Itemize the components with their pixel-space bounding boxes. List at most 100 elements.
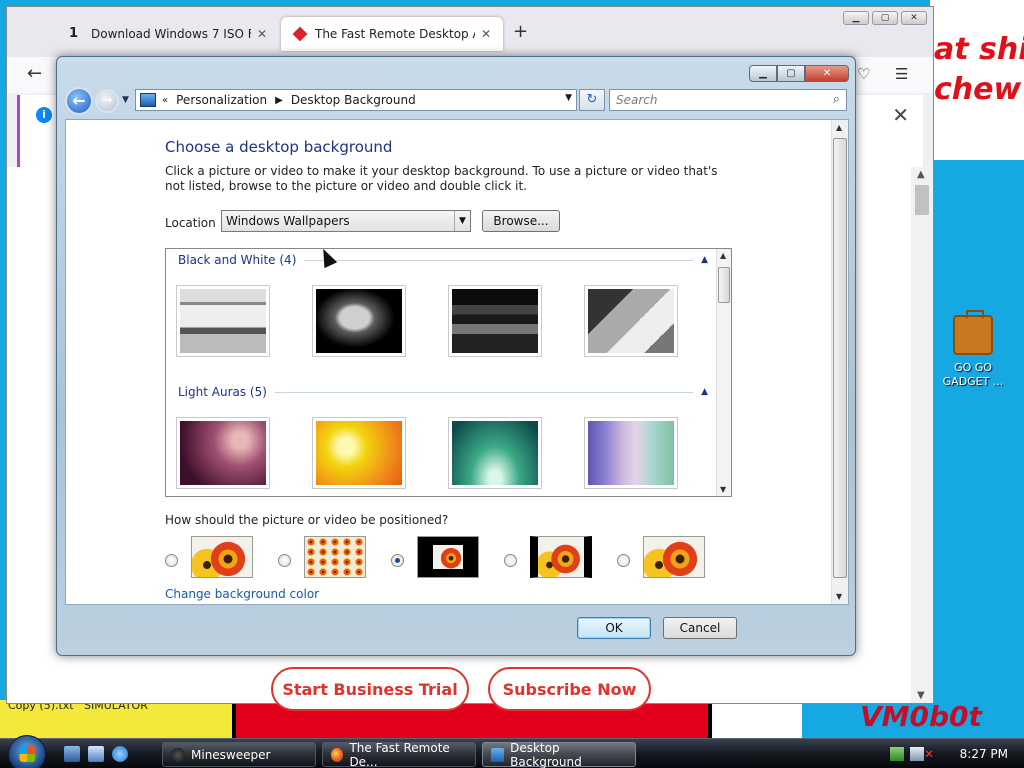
position-fit-preview[interactable]: [530, 536, 592, 578]
page-scrollbar[interactable]: ▲ ▼: [911, 167, 933, 703]
close-icon[interactable]: ✕: [892, 103, 909, 127]
change-background-color-link[interactable]: Change background color: [165, 587, 319, 601]
back-arrow-icon[interactable]: ←: [27, 63, 42, 84]
maximize-icon[interactable]: ▢: [872, 11, 898, 25]
network-icon[interactable]: [890, 747, 904, 761]
search-icon[interactable]: ⌕: [833, 92, 840, 107]
close-tab-icon[interactable]: ✕: [257, 27, 267, 41]
scroll-down-icon[interactable]: ▼: [917, 690, 925, 701]
breadcrumb-desktop-background[interactable]: Desktop Background: [291, 93, 416, 107]
wallpaper-corner-text: VM0b0t: [860, 700, 982, 733]
chevron-down-icon[interactable]: ▼: [454, 211, 470, 231]
location-value: Windows Wallpapers: [226, 214, 350, 228]
location-label: Location: [165, 216, 216, 230]
pane-scrollbar[interactable]: ▲ ▼: [831, 120, 848, 604]
position-fill-radio[interactable]: [165, 554, 178, 567]
search-input[interactable]: Search ⌕: [609, 89, 847, 111]
pocket-icon[interactable]: ♡: [857, 65, 870, 83]
switch-windows-icon[interactable]: [88, 746, 104, 762]
gallery-scrollbar[interactable]: ▲ ▼: [716, 249, 731, 496]
taskbar: Minesweeper The Fast Remote De... Deskto…: [0, 735, 1024, 768]
collapse-icon[interactable]: ▲: [701, 255, 708, 265]
tab-bar: 1 Download Windows 7 ISO File ( ✕ The Fa…: [7, 7, 933, 57]
position-stretch-preview[interactable]: [643, 536, 705, 578]
desktop-icon-label: GO GO GADGET ...: [942, 361, 1004, 388]
browser-window-controls: ▁ ▢ ✕: [843, 11, 927, 25]
position-center-preview[interactable]: [417, 536, 479, 578]
start-business-trial-button[interactable]: Start Business Trial: [271, 667, 469, 711]
wallpaper-text-area: at shit chew: [930, 0, 1024, 160]
breadcrumb-chevron-icon[interactable]: «: [162, 95, 168, 106]
wallpaper-thumbnail[interactable]: [312, 285, 406, 357]
forward-button[interactable]: →: [95, 89, 119, 113]
position-center-radio[interactable]: [391, 554, 404, 567]
position-fit-radio[interactable]: [504, 554, 517, 567]
position-label: How should the picture or video be posit…: [165, 513, 449, 527]
show-desktop-icon[interactable]: [64, 746, 80, 762]
maximize-icon[interactable]: ▢: [777, 65, 805, 82]
browse-button[interactable]: Browse...: [482, 210, 560, 232]
scroll-up-icon[interactable]: ▲: [836, 123, 842, 132]
clock[interactable]: 8:27 PM: [960, 747, 1008, 761]
desktop-icon-gadget[interactable]: GO GO GADGET ...: [940, 310, 1006, 389]
group-header-black-and-white[interactable]: Black and White (4) ▲: [178, 253, 708, 267]
scroll-up-icon[interactable]: ▲: [917, 169, 925, 180]
personalization-icon: [491, 747, 505, 762]
close-tab-icon[interactable]: ✕: [481, 27, 491, 41]
start-button[interactable]: [8, 735, 46, 768]
wallpaper-thumbnail[interactable]: [584, 417, 678, 489]
position-tile-radio[interactable]: [278, 554, 291, 567]
desktop-background-window: ▁ ▢ ✕ ← → ▼ « Personalization ▶ Desktop …: [56, 56, 856, 656]
tab-title: The Fast Remote Desktop Appli: [315, 27, 475, 41]
favicon-icon: 1: [69, 26, 79, 41]
wallpaper-thumbnail[interactable]: [176, 285, 270, 357]
minimize-icon[interactable]: ▁: [749, 65, 777, 82]
minimize-icon[interactable]: ▁: [843, 11, 869, 25]
collapse-icon[interactable]: ▲: [701, 387, 708, 397]
taskbar-item-label: The Fast Remote De...: [349, 740, 450, 768]
wallpaper-text-2: chew: [934, 72, 1022, 107]
chevron-down-icon[interactable]: ▼: [565, 93, 572, 103]
search-placeholder: Search: [616, 93, 658, 107]
position-fill-preview[interactable]: [191, 536, 253, 578]
position-tile-preview[interactable]: [304, 536, 366, 578]
wallpaper-thumbnail[interactable]: [176, 417, 270, 489]
taskbar-item-minesweeper[interactable]: Minesweeper: [162, 742, 316, 767]
refresh-button[interactable]: ↻: [579, 89, 605, 111]
new-tab-button[interactable]: +: [513, 21, 528, 42]
scroll-thumb[interactable]: [833, 138, 847, 578]
taskbar-item-firefox[interactable]: The Fast Remote De...: [322, 740, 476, 768]
recent-pages-icon[interactable]: ▼: [122, 95, 129, 105]
scroll-thumb[interactable]: [915, 185, 929, 215]
breadcrumb-arrow-icon[interactable]: ▶: [275, 95, 283, 106]
internet-explorer-icon[interactable]: [112, 746, 128, 762]
wallpaper-thumbnail[interactable]: [584, 285, 678, 357]
wallpaper-thumbnail[interactable]: [448, 285, 542, 357]
taskbar-item-label: Minesweeper: [191, 747, 271, 762]
back-button[interactable]: ←: [65, 87, 93, 115]
scroll-thumb[interactable]: [718, 267, 730, 303]
taskbar-item-desktop-background[interactable]: Desktop Background: [482, 741, 636, 768]
location-dropdown[interactable]: Windows Wallpapers ▼: [221, 210, 471, 232]
wallpaper-thumbnail[interactable]: [312, 417, 406, 489]
scroll-down-icon[interactable]: ▼: [720, 485, 726, 494]
tab-title: Download Windows 7 ISO File (: [91, 27, 251, 41]
menu-icon[interactable]: ☰: [895, 65, 908, 83]
browser-tab-active[interactable]: The Fast Remote Desktop Appli ✕: [281, 17, 504, 51]
address-bar[interactable]: « Personalization ▶ Desktop Background ▼: [135, 89, 577, 111]
wallpaper-thumbnail[interactable]: [448, 417, 542, 489]
subscribe-now-button[interactable]: Subscribe Now: [488, 667, 651, 711]
group-header-light-auras[interactable]: Light Auras (5) ▲: [178, 385, 708, 399]
scroll-up-icon[interactable]: ▲: [720, 251, 726, 260]
browser-tab[interactable]: 1 Download Windows 7 ISO File ( ✕: [57, 17, 279, 51]
scroll-down-icon[interactable]: ▼: [836, 592, 842, 601]
favicon-icon: [292, 26, 308, 42]
position-stretch-radio[interactable]: [617, 554, 630, 567]
close-icon[interactable]: ✕: [901, 11, 927, 25]
breadcrumb-personalization[interactable]: Personalization: [176, 93, 267, 107]
cancel-button[interactable]: Cancel: [663, 617, 737, 639]
volume-muted-icon[interactable]: [910, 747, 924, 761]
close-icon[interactable]: ✕: [805, 65, 849, 82]
group-title: Light Auras (5): [178, 385, 267, 399]
ok-button[interactable]: OK: [577, 617, 651, 639]
